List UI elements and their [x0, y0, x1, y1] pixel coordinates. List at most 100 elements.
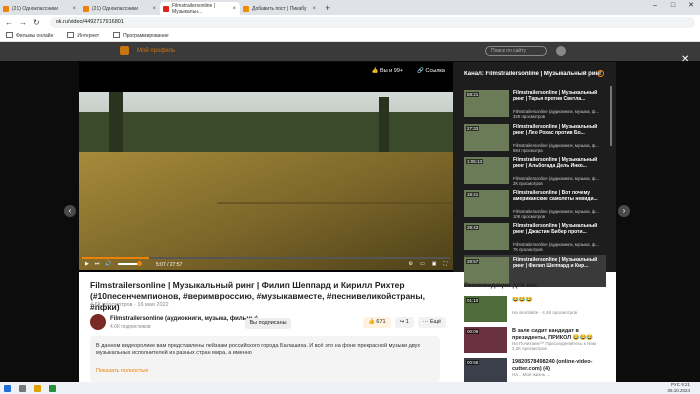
show-more-link[interactable]: Показать полностью — [96, 368, 434, 375]
playlist-item[interactable]: 1:05:13 Filmstrailersonline | Музыкальный… — [464, 155, 606, 187]
browser-tab[interactable]: Добавить пост | Пикабу × — [240, 2, 320, 15]
browser-tab[interactable]: (21) Одноклассники × — [80, 2, 160, 15]
channel-name[interactable]: Filmstrailersonline (аудиокниги, музыка,… — [110, 316, 258, 322]
profile-menu[interactable]: Мой профиль — [137, 48, 175, 54]
description-text: В данном видеоролике вам представлены пе… — [96, 343, 421, 356]
search-icon[interactable] — [19, 384, 26, 392]
views-count: 594 просмотра — [513, 148, 543, 153]
recommendation-item[interactable]: 01:10 😂😂😂 На vkontakte · 4,4К просмотров — [464, 296, 609, 324]
start-icon[interactable] — [4, 384, 11, 392]
bookmark-folder[interactable]: Интернет — [67, 32, 99, 39]
playlist-item-meta: Filmstrailersonline (аудиокниги, музыка,… — [513, 209, 605, 219]
video-thumbnail: 29:57 — [464, 257, 509, 284]
forward-icon[interactable]: → — [19, 18, 27, 27]
playlist-item[interactable]: 58:21 Filmstrailersonline | Музыкальный р… — [464, 88, 606, 120]
recommendation-title: 19820578498240 (online-video-cutter.com)… — [512, 359, 593, 372]
duration-badge: 00:58 — [466, 360, 480, 365]
bookmark-folder[interactable]: Программирование — [113, 32, 169, 39]
video-player[interactable]: 👍 Вы и 99+ 🔗 Ссылка ▶ ⏭ 🔊 5:07 / 27:57 ⚙… — [79, 62, 453, 272]
back-icon[interactable]: ← — [5, 18, 13, 27]
scrollbar[interactable] — [610, 86, 612, 146]
video-thumbnail: 27:33 — [464, 124, 509, 151]
duration-badge: 18:41 — [466, 192, 480, 197]
system-clock[interactable]: РУС 9:21 06.10.2024 — [667, 382, 690, 393]
player-left-controls: ▶ ⏭ 🔊 — [85, 261, 142, 267]
bookmark-folder[interactable]: Фильмы онлайн — [6, 32, 53, 39]
channel-playlist-panel: Канал: Filmstrailersonline | Музыкальный… — [453, 62, 616, 287]
clock-time: 9:21 — [681, 382, 690, 387]
new-tab-button[interactable]: + — [320, 2, 335, 15]
close-window-icon[interactable]: ✕ — [682, 0, 700, 12]
playlist-item-title: Filmstrailersonline | Музыкальный ринг |… — [513, 223, 598, 235]
volume-icon[interactable]: 🔊 — [105, 261, 111, 267]
maximize-icon[interactable]: □ — [664, 0, 682, 12]
video-thumbnail: 18:41 — [464, 190, 509, 217]
avatar[interactable] — [556, 46, 566, 56]
video-thumbnail: 00:09 — [464, 327, 507, 353]
views-count: 7К просмотров — [513, 247, 543, 252]
playlist-item-title: Filmstrailersonline | Музыкальный ринг |… — [513, 124, 598, 136]
pikabu-favicon-icon — [243, 5, 249, 12]
class-button[interactable]: 👍 671 — [363, 317, 391, 328]
language-indicator[interactable]: РУС — [671, 382, 680, 387]
recommendation-item[interactable]: 00:58 19820578498240 (online-video-cutter… — [464, 358, 609, 382]
player-right-controls: ⚙ ▭ ▣ ⛶ — [409, 261, 447, 267]
close-tab-icon[interactable]: × — [232, 6, 236, 12]
close-tab-icon[interactable]: × — [152, 6, 156, 12]
playlist-item[interactable]: 29:43 Filmstrailersonline | Музыкальный р… — [464, 221, 606, 253]
playlist-item[interactable]: 18:41 Filmstrailersonline | Вот почему ам… — [464, 188, 606, 220]
ok-logo-icon[interactable] — [120, 46, 129, 55]
volume-slider[interactable] — [117, 261, 142, 266]
minimize-icon[interactable]: – — [646, 0, 664, 12]
more-label: Ещё — [429, 319, 442, 325]
video-frame[interactable] — [79, 92, 453, 270]
playlist-item-title: Filmstrailersonline | Музыкальный ринг |… — [513, 90, 598, 102]
video-thumbnail: 58:21 — [464, 90, 509, 117]
channel-panel-title[interactable]: Канал: Filmstrailersonline | Музыкальный… — [464, 71, 604, 77]
settings-icon[interactable]: ⚙ — [409, 261, 413, 267]
chrome-icon[interactable] — [49, 384, 56, 392]
playlist-item[interactable]: 27:33 Filmstrailersonline | Музыкальный р… — [464, 122, 606, 154]
playlist-item-meta: Filmstrailersonline (аудиокниги, музыка,… — [513, 109, 605, 119]
explorer-icon[interactable] — [34, 384, 41, 392]
channel-subscribe-icon[interactable] — [597, 70, 604, 77]
fullscreen-icon[interactable]: ⛶ — [443, 261, 447, 267]
recommendation-item[interactable]: 00:09 В зале сидит кандидат в президенты,… — [464, 327, 609, 355]
more-button[interactable]: ··· Ещё — [417, 317, 447, 328]
window-controls: – □ ✕ — [646, 0, 700, 12]
previous-video-arrow-icon[interactable]: ‹ — [64, 205, 76, 217]
like-button[interactable]: 👍 Вы и 99+ — [372, 68, 403, 74]
video-thumbnail: 29:43 — [464, 223, 509, 250]
bookmarks-bar: Фильмы онлайн Интернет Программирование — [0, 30, 700, 42]
duration-badge: 27:33 — [466, 126, 480, 131]
channel-avatar[interactable] — [90, 314, 106, 330]
reload-icon[interactable]: ↻ — [33, 18, 40, 27]
likes-count: 671 — [376, 319, 386, 325]
subscribe-button[interactable]: Вы подписаны — [245, 318, 291, 329]
playlist-item-meta: Filmstrailersonline (аудиокниги, музыка,… — [513, 176, 605, 186]
like-label: Вы и 99+ — [380, 68, 404, 74]
browser-tab[interactable]: (21) Одноклассники × — [0, 2, 80, 15]
url-field[interactable]: ok.ru/video/4492717916801 — [49, 17, 695, 28]
next-icon[interactable]: ⏭ — [95, 261, 100, 267]
duration-badge: 29:57 — [466, 259, 480, 264]
share-button[interactable]: 🔗 Ссылка — [417, 68, 445, 74]
video-description: В данном видеоролике вам представлены пе… — [90, 336, 440, 382]
duration-badge: 29:43 — [466, 225, 480, 230]
site-search-input[interactable]: Поиск по сайту — [485, 46, 547, 56]
play-icon[interactable]: ▶ — [85, 261, 89, 267]
video-actions: 👍 671 ↪ 1 ··· Ещё — [363, 317, 447, 328]
progress-bar[interactable] — [82, 257, 450, 259]
video-thumbnail: 1:05:13 — [464, 157, 509, 184]
close-tab-icon[interactable]: × — [72, 6, 76, 12]
close-tab-icon[interactable]: × — [312, 6, 316, 12]
browser-tab-active[interactable]: Filmstrailersonline | Музыкальн... × — [160, 2, 240, 15]
next-video-arrow-icon[interactable]: › — [618, 205, 630, 217]
ok-favicon-icon — [3, 5, 9, 12]
close-icon[interactable]: ✕ — [681, 54, 689, 65]
video-forest — [79, 112, 453, 152]
share-count-button[interactable]: ↪ 1 — [394, 317, 414, 328]
pip-icon[interactable]: ▭ — [420, 261, 425, 267]
tab-label: (21) Одноклассники — [12, 5, 58, 12]
miniplayer-icon[interactable]: ▣ — [432, 261, 437, 267]
